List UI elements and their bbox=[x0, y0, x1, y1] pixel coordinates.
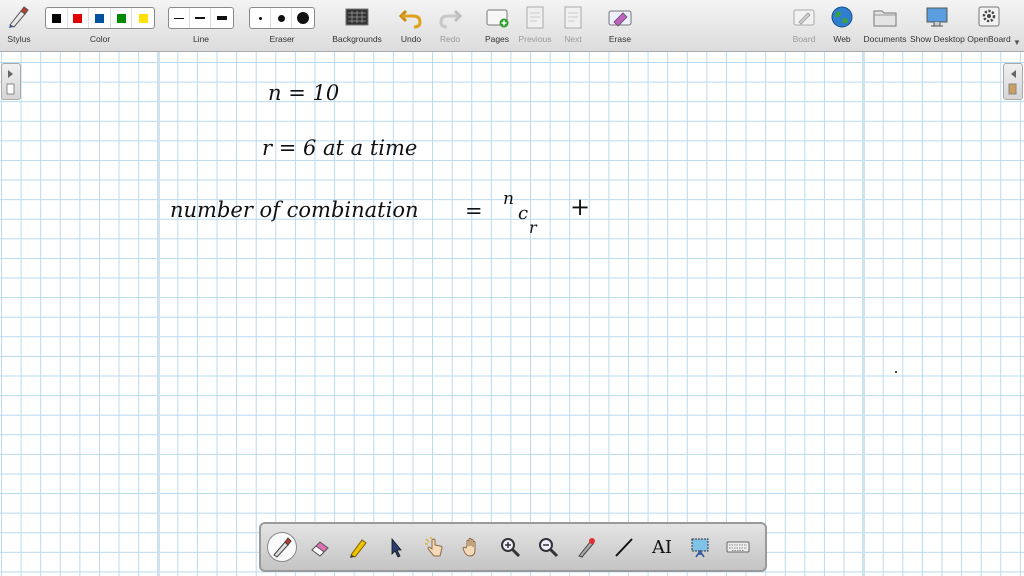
capture-icon bbox=[691, 538, 709, 558]
line-width-thin[interactable] bbox=[169, 8, 190, 28]
line-icon bbox=[615, 538, 633, 557]
pages-button[interactable]: Pages bbox=[482, 0, 512, 52]
color-swatch-red[interactable] bbox=[68, 8, 90, 28]
color-swatches bbox=[45, 7, 155, 29]
eraser-size-small[interactable] bbox=[250, 8, 271, 28]
backgrounds-label: Backgrounds bbox=[332, 34, 382, 44]
line-group: Line bbox=[168, 0, 234, 52]
add-page-icon bbox=[486, 9, 509, 28]
undo-icon bbox=[398, 9, 422, 29]
hand-tool[interactable] bbox=[457, 532, 487, 562]
color-swatch-black[interactable] bbox=[46, 8, 68, 28]
board-button[interactable]: Board bbox=[790, 0, 818, 52]
ink-formula-equals: = bbox=[465, 199, 483, 223]
eraser-label: Eraser bbox=[269, 34, 295, 44]
eraser-size-medium[interactable] bbox=[271, 8, 292, 28]
undo-label: Undo bbox=[400, 34, 422, 44]
zoom-in-tool[interactable] bbox=[495, 532, 525, 562]
laser-pointer-icon bbox=[578, 538, 595, 558]
pen-icon bbox=[273, 537, 292, 558]
line-width-medium[interactable] bbox=[190, 8, 211, 28]
stylus-label: Stylus bbox=[7, 34, 31, 44]
color-swatch-yellow[interactable] bbox=[132, 8, 154, 28]
stylus-icon bbox=[9, 6, 29, 28]
erase-button[interactable]: Erase bbox=[605, 0, 635, 52]
openboard-label: OpenBoard bbox=[967, 34, 1011, 44]
redo-label: Redo bbox=[439, 34, 461, 44]
ink-dot bbox=[895, 371, 897, 373]
board-icon bbox=[793, 9, 815, 26]
previous-page-icon bbox=[526, 6, 544, 29]
line-width-thick[interactable] bbox=[211, 8, 232, 28]
color-swatch-blue[interactable] bbox=[89, 8, 111, 28]
board-label: Board bbox=[792, 34, 816, 44]
interact-icon bbox=[425, 537, 443, 557]
ink-formula-r: r bbox=[529, 218, 538, 237]
backgrounds-icon bbox=[345, 8, 369, 26]
line-label: Line bbox=[192, 34, 210, 44]
collapse-toolbar-icon[interactable]: ▼ bbox=[1013, 38, 1021, 47]
marker-icon bbox=[350, 539, 367, 558]
keyboard-icon bbox=[726, 541, 750, 553]
text-icon: AI bbox=[651, 536, 673, 558]
color-group: Color bbox=[45, 0, 155, 52]
ink-formula-n: n bbox=[503, 189, 514, 209]
line-widths bbox=[168, 7, 234, 29]
undo-button[interactable]: Undo bbox=[396, 0, 426, 52]
stylus-palette: AI bbox=[259, 522, 767, 572]
eraser-sizes bbox=[249, 7, 315, 29]
eraser-group: Eraser bbox=[249, 0, 315, 52]
pages-label: Pages bbox=[484, 34, 510, 44]
color-swatch-green[interactable] bbox=[111, 8, 133, 28]
ink-formula-c: c bbox=[518, 203, 528, 224]
redo-button[interactable]: Redo bbox=[435, 0, 465, 52]
settings-gear-icon bbox=[978, 6, 1000, 27]
documents-button[interactable]: Documents bbox=[862, 0, 908, 52]
ink-line-n: n = 10 bbox=[268, 81, 339, 105]
backgrounds-button[interactable]: Backgrounds bbox=[330, 0, 384, 52]
interact-tool[interactable] bbox=[419, 532, 449, 562]
zoom-in-icon bbox=[501, 538, 521, 558]
ink-line-r: r = 6 at a time bbox=[262, 136, 417, 160]
line-tool[interactable] bbox=[609, 532, 639, 562]
laser-pointer-tool[interactable] bbox=[571, 532, 601, 562]
eraser-tool[interactable] bbox=[305, 532, 335, 562]
color-label: Color bbox=[89, 34, 111, 44]
next-label: Next bbox=[564, 34, 582, 44]
next-page-icon bbox=[564, 6, 582, 29]
desktop-icon bbox=[926, 7, 948, 27]
globe-icon bbox=[831, 6, 853, 28]
eraser-size-large[interactable] bbox=[292, 8, 313, 28]
main-toolbar: Stylus Color Line Eraser Backgrounds Und… bbox=[0, 0, 1024, 52]
capture-tool[interactable] bbox=[685, 532, 715, 562]
text-tool[interactable]: AI bbox=[647, 532, 677, 562]
previous-label: Previous bbox=[518, 34, 552, 44]
next-button[interactable]: Next bbox=[558, 0, 588, 52]
zoom-out-tool[interactable] bbox=[533, 532, 563, 562]
erase-board-icon bbox=[608, 10, 632, 27]
marker-tool[interactable] bbox=[343, 532, 373, 562]
stylus-button[interactable]: Stylus bbox=[3, 0, 35, 52]
redo-icon bbox=[439, 9, 463, 29]
hand-icon bbox=[462, 537, 476, 557]
eraser-icon bbox=[311, 541, 329, 557]
web-button[interactable]: Web bbox=[828, 0, 856, 52]
selector-icon bbox=[391, 537, 402, 558]
virtual-keyboard-tool[interactable] bbox=[723, 532, 753, 562]
ink-formula-text: number of combination bbox=[170, 198, 418, 222]
handwritten-content: n = 10 r = 6 at a time number of combina… bbox=[170, 81, 590, 237]
documents-label: Documents bbox=[863, 34, 907, 44]
erase-label: Erase bbox=[608, 34, 632, 44]
selector-tool[interactable] bbox=[381, 532, 411, 562]
zoom-out-icon bbox=[539, 538, 559, 558]
previous-button[interactable]: Previous bbox=[516, 0, 554, 52]
web-label: Web bbox=[833, 34, 851, 44]
ink-formula-plus: + bbox=[570, 193, 590, 221]
openboard-button[interactable]: OpenBoard bbox=[966, 0, 1012, 52]
folder-icon bbox=[873, 10, 897, 27]
pen-tool[interactable] bbox=[267, 532, 297, 562]
show-desktop-button[interactable]: Show Desktop bbox=[910, 0, 965, 52]
show-desktop-label: Show Desktop bbox=[910, 34, 965, 44]
